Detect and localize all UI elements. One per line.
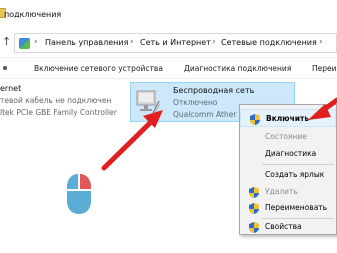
breadcrumb-network-internet[interactable]: Сеть и Интернет bbox=[140, 38, 211, 47]
diagnose-connection-button[interactable]: Диагностика подключения bbox=[184, 64, 291, 73]
ethernet-adapter: ltek PCIe GBE Family Controller bbox=[0, 108, 117, 117]
wireless-name: Беспроводная сеть bbox=[173, 86, 255, 95]
mouse-icon bbox=[67, 174, 91, 214]
control-panel-icon bbox=[19, 38, 30, 49]
menu-item-label: Создать ярлык bbox=[265, 170, 325, 179]
ethernet-name: ernet bbox=[0, 84, 22, 93]
wireless-status: Отключено bbox=[173, 98, 218, 107]
menu-item-label: Включить bbox=[266, 114, 310, 123]
breadcrumb-separator[interactable]: › bbox=[130, 37, 134, 47]
window-titlebar: подключения bbox=[0, 0, 337, 28]
shield-icon bbox=[250, 114, 260, 125]
breadcrumb-separator[interactable]: › bbox=[34, 37, 38, 47]
shield-icon bbox=[249, 203, 259, 214]
address-bar: ↑ › Панель управления › Сеть и Интернет … bbox=[0, 31, 337, 55]
menu-item-properties[interactable]: Свойства bbox=[240, 218, 336, 236]
ethernet-status: тевой кабель не подключен bbox=[0, 96, 112, 105]
menu-item-label: Состояние bbox=[265, 132, 307, 141]
network-adapter-icon bbox=[136, 90, 161, 114]
menu-separator bbox=[262, 164, 334, 165]
breadcrumb-separator[interactable]: › bbox=[212, 37, 216, 47]
window-title: подключения bbox=[4, 10, 62, 19]
context-menu: Включить Состояние Диагностика Создать я… bbox=[239, 104, 337, 235]
toolbar-dropdown-dot[interactable] bbox=[3, 66, 7, 70]
shield-icon bbox=[249, 222, 259, 233]
command-toolbar: Включение сетевого устройства Диагностик… bbox=[0, 57, 337, 79]
menu-item-status: Состояние bbox=[240, 128, 336, 146]
menu-item-label: Удалить bbox=[265, 187, 298, 196]
menu-item-diagnostics[interactable]: Диагностика bbox=[240, 145, 336, 163]
shield-icon bbox=[249, 187, 259, 198]
menu-item-label: Диагностика bbox=[265, 149, 317, 158]
wireless-adapter: Qualcomm Ather bbox=[173, 110, 237, 119]
menu-item-enable[interactable]: Включить bbox=[240, 109, 336, 127]
breadcrumb-network-connections[interactable]: Сетевые подключения bbox=[221, 38, 317, 47]
menu-item-label: Переименовать bbox=[265, 203, 328, 212]
ethernet-connection[interactable]: ernet тевой кабель не подключен ltek PCI… bbox=[0, 84, 117, 124]
breadcrumb-control-panel[interactable]: Панель управления bbox=[45, 38, 128, 47]
enable-device-button[interactable]: Включение сетевого устройства bbox=[34, 64, 163, 73]
up-arrow-icon[interactable]: ↑ bbox=[2, 35, 11, 48]
menu-item-create-shortcut[interactable]: Создать ярлык bbox=[240, 166, 336, 184]
menu-item-rename[interactable]: Переименовать bbox=[240, 199, 336, 217]
breadcrumb-separator[interactable]: › bbox=[319, 37, 323, 47]
rename-button[interactable]: Переи bbox=[312, 64, 337, 73]
menu-item-label: Свойства bbox=[265, 222, 302, 231]
address-box[interactable]: › Панель управления › Сеть и Интернет › … bbox=[14, 33, 337, 53]
